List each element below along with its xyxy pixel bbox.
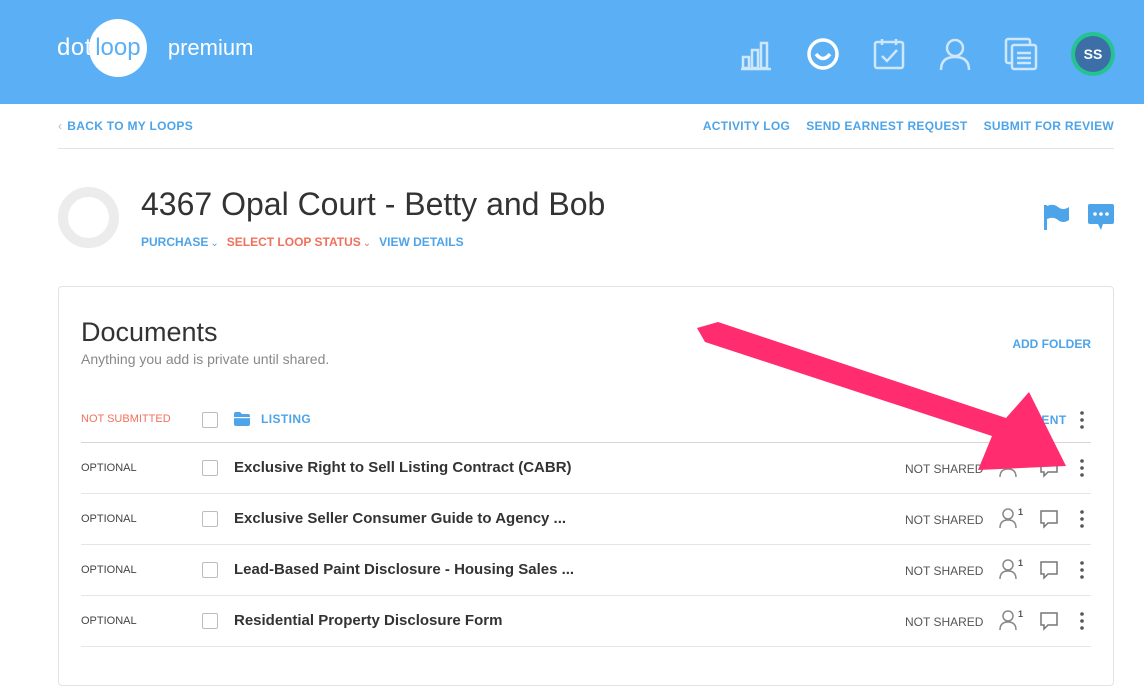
documents-title: Documents [81, 317, 218, 347]
more-options-icon[interactable] [1075, 610, 1089, 632]
participant-count: 1 [1018, 558, 1023, 568]
comment-icon[interactable] [1039, 458, 1059, 478]
submit-for-review-link[interactable]: SUBMIT FOR REVIEW [984, 119, 1114, 133]
top-nav [735, 32, 1065, 76]
column-label: MENT [1031, 413, 1067, 427]
chevron-left-icon: ‹ [58, 119, 63, 133]
logo-premium-text: premium [167, 35, 254, 60]
document-requirement: OPTIONAL [81, 615, 137, 627]
document-checkbox[interactable] [202, 460, 218, 476]
folder-header-row: NOT SUBMITTED LISTING MENT [81, 395, 1091, 443]
back-link-label: BACK TO MY LOOPS [67, 119, 193, 133]
sub-nav: ‹ BACK TO MY LOOPS ACTIVITY LOG SEND EARN… [58, 104, 1114, 149]
sub-nav-actions: ACTIVITY LOG SEND EARNEST REQUEST SUBMIT… [687, 119, 1114, 133]
logo-dot-text: dot [57, 34, 92, 61]
more-options-icon[interactable] [1075, 409, 1089, 431]
reports-icon[interactable] [735, 32, 779, 76]
back-to-loops-link[interactable]: ‹ BACK TO MY LOOPS [58, 119, 193, 133]
more-options-icon[interactable] [1075, 559, 1089, 581]
templates-icon[interactable] [999, 32, 1043, 76]
document-checkbox[interactable] [202, 613, 218, 629]
document-name[interactable]: Exclusive Seller Consumer Guide to Agenc… [234, 510, 566, 527]
participants-icon[interactable]: 1 [999, 456, 1023, 478]
document-requirement: OPTIONAL [81, 513, 137, 525]
comment-icon[interactable] [1039, 611, 1059, 631]
document-name[interactable]: Residential Property Disclosure Form [234, 612, 502, 629]
share-status: NOT SHARED [905, 513, 984, 527]
folder-icon [234, 412, 250, 426]
comment-icon[interactable] [1039, 509, 1059, 529]
participants-icon[interactable]: 1 [999, 558, 1023, 580]
documents-card: Documents Anything you add is private un… [58, 286, 1114, 686]
share-status: NOT SHARED [905, 564, 984, 578]
tasks-icon[interactable] [867, 32, 911, 76]
document-checkbox[interactable] [202, 562, 218, 578]
table-row[interactable]: OPTIONAL Lead-Based Paint Disclosure - H… [81, 545, 1091, 596]
more-options-icon[interactable] [1075, 508, 1089, 530]
document-requirement: OPTIONAL [81, 462, 137, 474]
transaction-type-dropdown[interactable]: PURCHASE ⌄ [141, 235, 219, 249]
folder-name[interactable]: LISTING [261, 412, 311, 426]
share-status: NOT SHARED [905, 462, 984, 476]
table-row[interactable]: OPTIONAL Exclusive Seller Consumer Guide… [81, 494, 1091, 545]
chevron-down-icon: ⌄ [210, 238, 219, 249]
view-details-link[interactable]: VIEW DETAILS [379, 235, 463, 249]
more-options-icon[interactable] [1075, 457, 1089, 479]
participants-icon[interactable]: 1 [999, 609, 1023, 631]
loop-progress-ring [58, 187, 119, 248]
chat-icon[interactable] [1087, 202, 1115, 232]
loop-meta: PURCHASE ⌄ SELECT LOOP STATUS ⌄ VIEW DETAI… [141, 235, 464, 249]
logo-loop-circle: loop [88, 19, 147, 77]
smile-icon[interactable] [801, 32, 845, 76]
loop-status-label: SELECT LOOP STATUS [226, 235, 361, 249]
contacts-icon[interactable] [933, 32, 977, 76]
dotloop-logo[interactable]: dot loop premium [57, 18, 253, 78]
table-row[interactable]: OPTIONAL Residential Property Disclosure… [81, 596, 1091, 647]
documents-subtitle: Anything you add is private until shared… [81, 351, 330, 367]
participant-count: 1 [1018, 609, 1023, 619]
folder-submission-status: NOT SUBMITTED [81, 413, 171, 425]
avatar-initials: SS [1075, 36, 1111, 72]
share-status: NOT SHARED [905, 615, 984, 629]
chevron-down-icon: ⌄ [362, 238, 372, 249]
participants-icon[interactable]: 1 [999, 507, 1023, 529]
comment-icon[interactable] [1039, 560, 1059, 580]
transaction-type-label: PURCHASE [141, 235, 209, 249]
folder-select-checkbox[interactable] [202, 412, 218, 428]
activity-log-link[interactable]: ACTIVITY LOG [703, 119, 790, 133]
document-requirement: OPTIONAL [81, 564, 137, 576]
top-bar: dot loop premium SS [0, 0, 1144, 104]
table-row[interactable]: OPTIONAL Exclusive Right to Sell Listing… [81, 443, 1091, 494]
add-folder-button[interactable]: ADD FOLDER [1012, 337, 1091, 351]
participant-count: 1 [1018, 507, 1023, 517]
document-checkbox[interactable] [202, 511, 218, 527]
loop-status-dropdown[interactable]: SELECT LOOP STATUS ⌄ [227, 235, 371, 249]
send-earnest-request-link[interactable]: SEND EARNEST REQUEST [806, 119, 967, 133]
avatar[interactable]: SS [1071, 32, 1115, 76]
document-name[interactable]: Lead-Based Paint Disclosure - Housing Sa… [234, 561, 574, 578]
page-title: 4367 Opal Court - Betty and Bob [141, 186, 606, 222]
document-name[interactable]: Exclusive Right to Sell Listing Contract… [234, 459, 572, 476]
participant-count: 1 [1018, 456, 1023, 466]
flag-icon[interactable] [1041, 202, 1071, 232]
